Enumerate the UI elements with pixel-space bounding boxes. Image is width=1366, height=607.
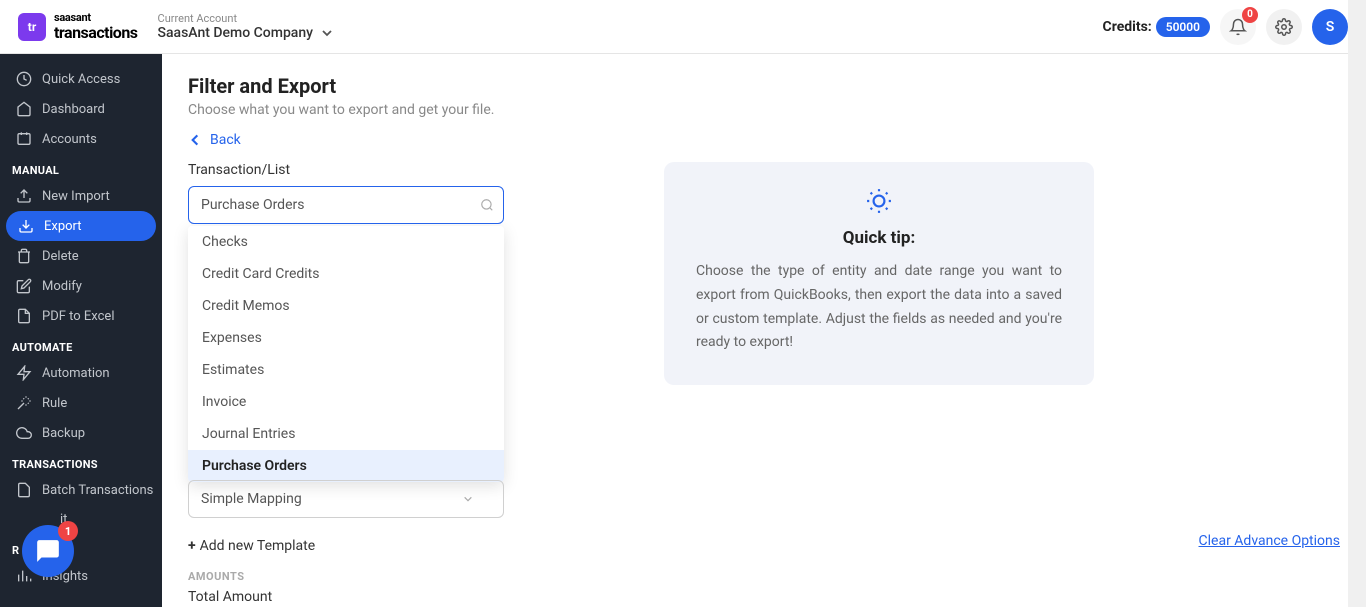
sidebar-item-batch-transactions[interactable]: Batch Transactions (0, 475, 162, 505)
page-title: Filter and Export (188, 74, 1340, 98)
clear-advance-options-link[interactable]: Clear Advance Options (1199, 533, 1340, 549)
credits-label: Credits: (1103, 19, 1152, 35)
settings-button[interactable] (1266, 9, 1302, 45)
main-content: Filter and Export Choose what you want t… (162, 54, 1366, 607)
lightbulb-icon (696, 188, 1062, 214)
chevron-down-icon (321, 27, 333, 39)
sidebar-section-automate: AUTOMATE (0, 331, 162, 358)
dropdown-option-credit-card-credits[interactable]: Credit Card Credits (188, 258, 504, 290)
home-icon (16, 101, 32, 117)
sidebar-item-label: Quick Access (42, 72, 120, 87)
sidebar-item-dashboard[interactable]: Dashboard (0, 94, 162, 124)
back-label: Back (210, 132, 241, 148)
sidebar-item-insights[interactable]: Insights (0, 561, 162, 591)
sidebar-item-backup[interactable]: Backup (0, 418, 162, 448)
sidebar-item-partial[interactable]: it (0, 505, 162, 534)
brand-name-top: saasant (54, 12, 138, 24)
chat-button[interactable]: 1 (22, 525, 74, 577)
edit-icon (16, 278, 32, 294)
gear-icon (1275, 18, 1293, 36)
tip-text: Choose the type of entity and date range… (696, 260, 1062, 355)
pdf-icon (16, 308, 32, 324)
add-template-label: Add new Template (200, 538, 316, 554)
add-template-link[interactable]: + Add new Template (188, 538, 315, 554)
page-subtitle: Choose what you want to export and get y… (188, 102, 1340, 118)
sidebar-item-label: Batch Transactions (42, 483, 153, 498)
sidebar-item-export[interactable]: Export (6, 211, 156, 241)
sidebar-item-label: PDF to Excel (42, 309, 114, 324)
plus-icon: + (188, 538, 196, 554)
total-amount-label: Total Amount (188, 589, 1340, 605)
download-icon (18, 218, 34, 234)
account-name: SaasAnt Demo Company (158, 25, 313, 41)
credits-badge[interactable]: 50000 (1156, 17, 1210, 37)
transaction-dropdown: Checks Credit Card Credits Credit Memos … (188, 226, 504, 482)
dropdown-option-purchase-orders[interactable]: Purchase Orders (188, 450, 504, 482)
sidebar-item-label: Dashboard (42, 102, 105, 117)
sidebar-item-pdf-to-excel[interactable]: PDF to Excel (0, 301, 162, 331)
clock-icon (16, 71, 32, 87)
tip-title: Quick tip: (696, 228, 1062, 248)
dropdown-option-journal-entries[interactable]: Journal Entries (188, 418, 504, 450)
dropdown-option-checks[interactable]: Checks (188, 226, 504, 258)
amounts-heading: AMOUNTS (188, 570, 1340, 583)
sidebar-item-new-import[interactable]: New Import (0, 181, 162, 211)
sidebar-section-manual: MANUAL (0, 154, 162, 181)
sidebar-item-accounts[interactable]: Accounts (0, 124, 162, 154)
chevron-down-icon (463, 494, 473, 504)
account-selector[interactable]: Current Account SaasAnt Demo Company (158, 12, 333, 41)
chart-icon (16, 568, 32, 584)
cloud-icon (16, 425, 32, 441)
chat-badge: 1 (58, 521, 78, 541)
accounts-icon (16, 131, 32, 147)
dropdown-option-expenses[interactable]: Expenses (188, 322, 504, 354)
sidebar-item-label: Modify (42, 279, 82, 294)
brand-logo: tr (18, 13, 46, 41)
sidebar-item-label: Automation (42, 366, 110, 381)
upload-icon (16, 188, 32, 204)
doc-icon (16, 482, 32, 498)
sidebar-item-modify[interactable]: Modify (0, 271, 162, 301)
sidebar-item-delete[interactable]: Delete (0, 241, 162, 271)
notifications-button[interactable]: 0 (1220, 9, 1256, 45)
brand-text: saasant transactions (54, 12, 138, 42)
dropdown-option-invoice[interactable]: Invoice (188, 386, 504, 418)
sidebar-item-quick-access[interactable]: Quick Access (0, 64, 162, 94)
template-select[interactable]: Simple Mapping (188, 480, 504, 518)
trash-icon (16, 248, 32, 264)
sidebar-item-label: New Import (42, 189, 110, 204)
dropdown-option-estimates[interactable]: Estimates (188, 354, 504, 386)
sidebar-item-label: Backup (42, 426, 85, 441)
back-link[interactable]: Back (188, 132, 1340, 148)
notification-count-badge: 0 (1242, 7, 1258, 23)
transaction-list-input[interactable] (188, 186, 504, 224)
bolt-icon (16, 365, 32, 381)
sidebar-item-label: Accounts (42, 132, 97, 147)
brand-name-bottom: transactions (54, 24, 138, 42)
sidebar-section-transactions: TRANSACTIONS (0, 448, 162, 475)
account-label: Current Account (158, 12, 333, 25)
sidebar: Quick Access Dashboard Accounts MANUAL N… (0, 54, 162, 607)
sidebar-item-rule[interactable]: Rule (0, 388, 162, 418)
wand-icon (16, 395, 32, 411)
sidebar-item-label: Rule (42, 396, 67, 411)
app-header: tr saasant transactions Current Account … (0, 0, 1366, 54)
sidebar-item-label: Export (44, 219, 82, 234)
search-icon (480, 198, 494, 212)
scrollbar-track[interactable] (1348, 0, 1366, 607)
chevron-left-icon (188, 133, 202, 147)
user-avatar[interactable]: S (1312, 9, 1348, 45)
template-value: Simple Mapping (201, 491, 302, 507)
sidebar-item-automation[interactable]: Automation (0, 358, 162, 388)
sidebar-item-label: Delete (42, 249, 79, 264)
quick-tip-box: Quick tip: Choose the type of entity and… (664, 162, 1094, 385)
dropdown-option-credit-memos[interactable]: Credit Memos (188, 290, 504, 322)
transaction-list-label: Transaction/List (188, 162, 504, 178)
chat-icon (35, 538, 61, 564)
